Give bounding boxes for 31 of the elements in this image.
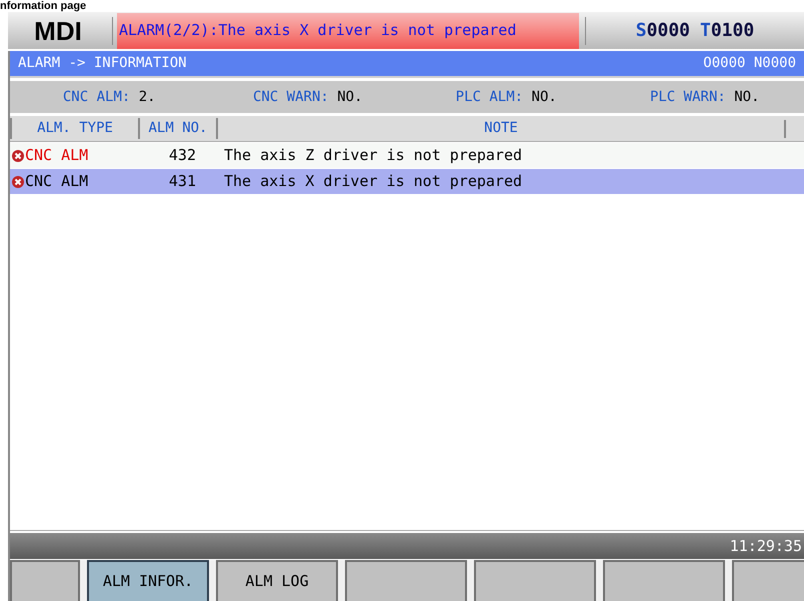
soft-key[interactable] <box>10 560 80 601</box>
summary-item: PLC ALM: NO. <box>454 88 558 106</box>
error-icon <box>12 150 24 162</box>
caption: nformation page <box>0 0 86 12</box>
alarm-type: CNC ALM <box>25 145 88 166</box>
alarm-note: The axis Z driver is not prepared <box>224 145 522 166</box>
alarm-number: 431 <box>168 171 196 192</box>
column-header: NOTE <box>216 118 784 139</box>
soft-key[interactable] <box>474 560 596 601</box>
alarm-row[interactable]: CNC ALM 432 The axis Z driver is not prepared <box>10 143 804 168</box>
spindle-reading: S0000 <box>636 19 690 43</box>
summary-item: CNC ALM: 2. <box>62 88 157 106</box>
error-icon <box>12 176 24 188</box>
summary-item: PLC WARN: NO. <box>648 88 761 106</box>
mode-label: MDI <box>33 18 83 44</box>
alarm-note: The axis X driver is not prepared <box>224 171 522 192</box>
tool-reading: T0100 <box>700 19 754 43</box>
soft-key[interactable] <box>345 560 467 601</box>
alarm-type: CNC ALM <box>25 171 88 192</box>
column-header: ALM. TYPE <box>10 118 138 139</box>
clock-time: 11:29:35 <box>730 536 802 557</box>
soft-key[interactable]: ALM LOG <box>216 560 338 601</box>
alarm-row[interactable]: CNC ALM 431 The axis X driver is not prepared <box>10 169 804 194</box>
alarm-number: 432 <box>168 145 196 166</box>
program-number: O0000 N0000 <box>703 54 796 73</box>
column-header: ALM NO. <box>138 118 216 139</box>
alarm-message: ALARM(2/2):The axis X driver is not prepared <box>119 20 516 42</box>
summary-item: CNC WARN: NO. <box>252 88 364 106</box>
screen-title: ALARM -> INFORMATION <box>18 54 187 73</box>
soft-key[interactable] <box>603 560 725 601</box>
soft-key[interactable]: ALM INFOR. <box>87 560 209 601</box>
